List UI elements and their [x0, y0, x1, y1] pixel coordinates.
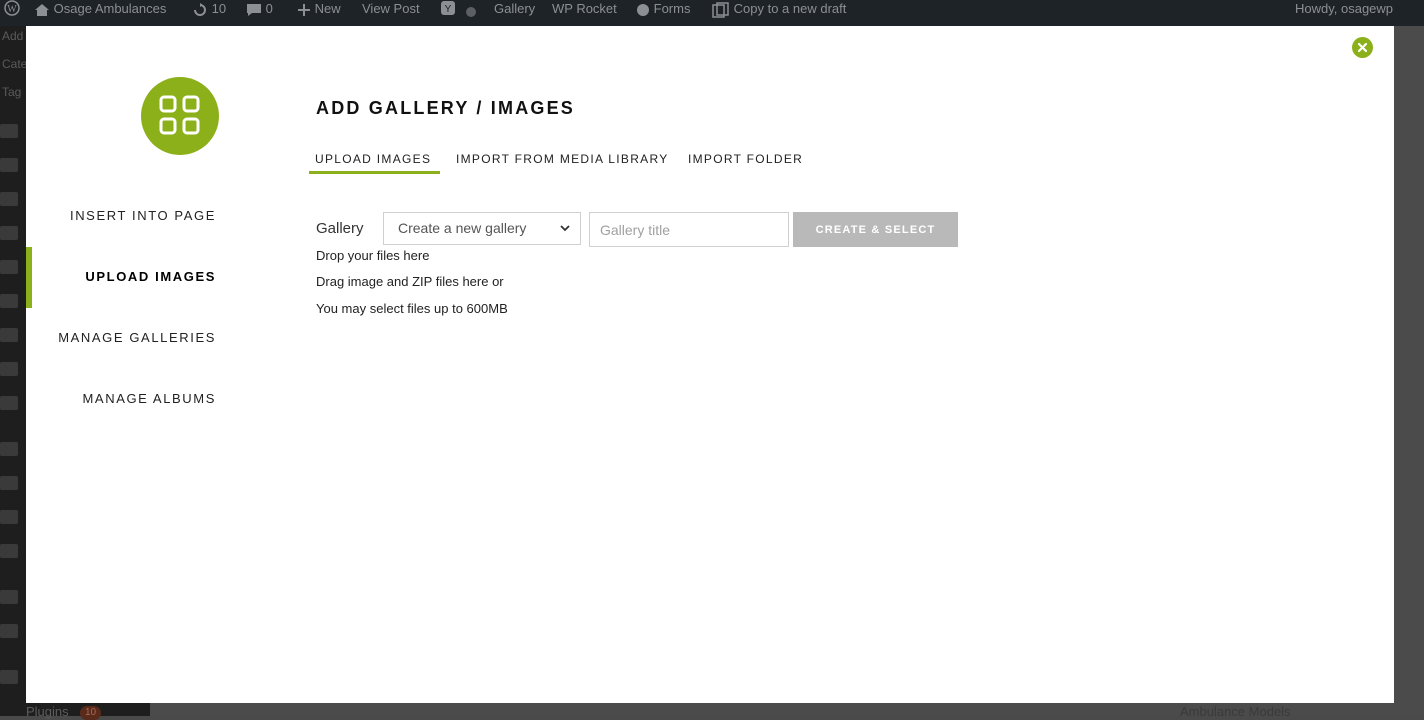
chevron-down-icon	[560, 225, 570, 232]
elementor-icon[interactable]	[0, 590, 18, 604]
create-select-button[interactable]: CREATE & SELECT	[793, 212, 958, 247]
view-post-link[interactable]: View Post	[362, 0, 420, 18]
wordpress-logo-icon[interactable]: W	[4, 0, 20, 18]
gallery-menu-icon[interactable]	[0, 158, 18, 172]
yoast-icon[interactable]: Y	[440, 0, 456, 18]
tab-import-media-library[interactable]: IMPORT FROM MEDIA LIBRARY	[456, 152, 669, 166]
plus-icon	[298, 3, 310, 16]
gallery-link[interactable]: Gallery	[494, 0, 535, 18]
sidebar-text-add: Add	[2, 29, 24, 43]
refresh-icon	[194, 2, 206, 16]
nav-manage-galleries[interactable]: MANAGE GALLERIES	[58, 330, 216, 345]
gallery-logo	[141, 77, 219, 155]
active-tab-underline	[309, 171, 440, 174]
sidebar-text-categories: Cate	[2, 57, 28, 71]
gallery-title-input[interactable]	[589, 212, 789, 247]
ambulance-models-checkbox-label: Ambulance Models	[1180, 704, 1291, 719]
products-icon[interactable]	[0, 476, 18, 490]
nav-manage-albums[interactable]: MANAGE ALBUMS	[83, 391, 217, 406]
gallery-select[interactable]: Create a new gallery	[383, 212, 581, 245]
wp-rocket-link[interactable]: WP Rocket	[552, 0, 617, 18]
site-name-link[interactable]: Osage Ambulances	[34, 0, 166, 18]
sidebar-text-tags: Tag	[2, 85, 22, 99]
templates-icon[interactable]	[0, 624, 18, 638]
table-icon[interactable]	[0, 362, 18, 376]
comments-count: 0	[265, 1, 273, 16]
woocommerce-icon[interactable]	[0, 442, 18, 456]
forms-link[interactable]: Forms	[636, 0, 690, 18]
new-link[interactable]: New	[297, 0, 341, 18]
drag-files-instruction: Drag image and ZIP files here or	[316, 274, 504, 289]
globe-icon[interactable]	[0, 328, 18, 342]
copy-icon	[712, 1, 729, 18]
sidebar-item-plugins[interactable]: Plugins	[26, 704, 69, 719]
analytics-icon[interactable]	[0, 510, 18, 524]
home-icon	[35, 3, 49, 16]
add-gallery-modal: INSERT INTO PAGE UPLOAD IMAGES MANAGE GA…	[26, 26, 1394, 703]
site-name: Osage Ambulances	[53, 1, 167, 16]
appearance-icon[interactable]	[0, 670, 18, 684]
marketing-icon[interactable]	[0, 544, 18, 558]
svg-text:Y: Y	[445, 4, 452, 15]
tab-upload-images[interactable]: UPLOAD IMAGES	[315, 152, 431, 166]
comments-menu-icon[interactable]	[0, 260, 18, 274]
seo-status-dot-icon	[466, 4, 476, 22]
posts-icon[interactable]	[0, 226, 18, 240]
gallery-grid-icon	[159, 95, 200, 135]
nav-insert-into-page[interactable]: INSERT INTO PAGE	[70, 208, 216, 223]
copy-draft-link[interactable]: Copy to a new draft	[712, 0, 846, 18]
pages-icon[interactable]	[0, 192, 18, 206]
copy-draft-label: Copy to a new draft	[733, 1, 847, 16]
close-icon	[1357, 42, 1368, 53]
feedback-icon[interactable]	[0, 396, 18, 410]
svg-text:W: W	[7, 4, 17, 15]
tab-import-folder[interactable]: IMPORT FOLDER	[688, 152, 803, 166]
page-title: ADD GALLERY / IMAGES	[316, 98, 576, 118]
admin-bar: W Osage Ambulances 10 0 New View Post Y …	[0, 0, 1424, 26]
drop-files-heading: Drop your files here	[316, 248, 430, 263]
media-icon[interactable]	[0, 124, 18, 138]
nav-upload-images[interactable]: UPLOAD IMAGES	[85, 269, 216, 284]
comments-link[interactable]: 0	[246, 0, 273, 18]
comment-icon	[247, 3, 261, 16]
plugins-update-badge: 10	[80, 706, 102, 720]
close-button[interactable]	[1352, 37, 1373, 58]
gallery-label: Gallery	[316, 220, 364, 237]
updates-count: 10	[211, 1, 227, 16]
list-icon[interactable]	[0, 294, 18, 308]
nav-active-indicator	[26, 247, 32, 308]
updates-link[interactable]: 10	[192, 0, 226, 18]
file-size-limit-text: You may select files up to 600MB	[316, 301, 508, 316]
forms-icon	[637, 3, 649, 16]
forms-label: Forms	[653, 1, 691, 16]
new-label: New	[314, 1, 341, 16]
gallery-select-value: Create a new gallery	[398, 220, 527, 236]
howdy-account-link[interactable]: Howdy, osagewp	[1295, 0, 1393, 18]
